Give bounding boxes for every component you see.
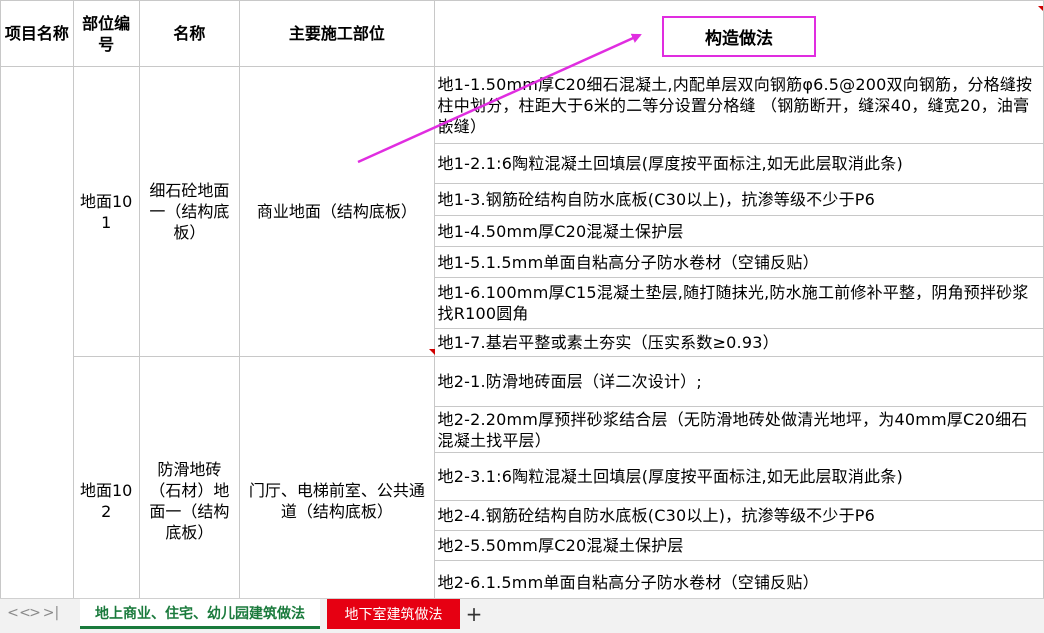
method-cell[interactable]: 地2-3.1:6陶粒混凝土回填层(厚度按平面标注,如无此层取消此条) [433,452,1044,501]
method-cell[interactable]: 地2-5.50mm厚C20混凝土保护层 [433,530,1044,561]
sheet-tab-bar: < < > >| 地上商业、住宅、幼儿园建筑做法 地下室建筑做法 + [0,598,1044,633]
method-cell[interactable]: 地2-2.20mm厚预拌砂浆结合层（无防滑地砖处做清光地坪，为40mm厚C20细… [433,406,1044,453]
name-cell[interactable]: 防滑地砖（石材）地面一（结构底板） [138,356,241,598]
project-name-cell[interactable] [0,66,74,598]
add-sheet-icon[interactable]: + [464,602,484,626]
comment-marker[interactable] [1038,6,1043,11]
header-name[interactable]: 名称 [138,0,241,67]
part-code-cell[interactable]: 地面101 [72,66,140,357]
method-cell[interactable]: 地2-6.1.5mm单面自粘高分子防水卷材（空铺反贴） [433,560,1044,598]
name-cell[interactable]: 细石砼地面一（结构底板） [138,66,241,357]
table-row: 地面102 防滑地砖（石材）地面一（结构底板） 门厅、电梯前室、公共通道（结构底… [1,356,1044,598]
header-project-name[interactable]: 项目名称 [0,0,74,67]
part-code-cell[interactable]: 地面102 [72,356,140,598]
location-cell[interactable]: 商业地面（结构底板） [239,66,435,357]
header-location[interactable]: 主要施工部位 [239,0,435,67]
header-part-code[interactable]: 部位编号 [72,0,140,67]
last-sheet-icon[interactable]: >| [42,605,60,621]
header-row: 项目名称 部位编号 名称 主要施工部位 [0,0,1044,67]
method-cell[interactable]: 地2-4.钢筋砼结构自防水底板(C30以上)，抗渗等级不少于P6 [433,500,1044,531]
sheet-tab-basement[interactable]: 地下室建筑做法 [327,599,460,629]
sheet-tab-above-ground[interactable]: 地上商业、住宅、幼儿园建筑做法 [80,599,320,629]
method-cell[interactable]: 地2-1.防滑地砖面层（详二次设计）; [433,356,1044,407]
method-cell[interactable]: 地1-3.钢筋砼结构自防水底板(C30以上)，抗渗等级不少于P6 [433,183,1044,216]
spreadsheet-area[interactable]: 项目名称 部位编号 名称 主要施工部位 地面101 细石砼地面一（结构底板） 商… [0,0,1044,598]
comment-marker[interactable] [429,349,435,355]
method-cell[interactable]: 地1-1.50mm厚C20细石混凝土,内配单层双向钢筋φ6.5@200双向钢筋，… [433,66,1044,144]
method-cell[interactable]: 地1-4.50mm厚C20混凝土保护层 [433,215,1044,247]
method-cell[interactable]: 地1-2.1:6陶粒混凝土回填层(厚度按平面标注,如无此层取消此条) [433,143,1044,184]
method-cell[interactable]: 地1-7.基岩平整或素土夯实（压实系数≥0.93） [433,328,1044,357]
header-method-label: 构造做法 [705,29,773,49]
table-row: 地面101 细石砼地面一（结构底板） 商业地面（结构底板） 地1-1.50mm厚… [0,66,1044,598]
location-cell[interactable]: 门厅、电梯前室、公共通道（结构底板） [239,356,435,598]
construction-table: 项目名称 部位编号 名称 主要施工部位 地面101 细石砼地面一（结构底板） 商… [0,0,1044,598]
method-cell[interactable]: 地1-6.100mm厚C15混凝土垫层,随打随抹光,防水施工前修补平整，阴角预拌… [433,277,1044,329]
method-cell[interactable]: 地1-5.1.5mm单面自粘高分子防水卷材（空铺反贴） [433,246,1044,278]
